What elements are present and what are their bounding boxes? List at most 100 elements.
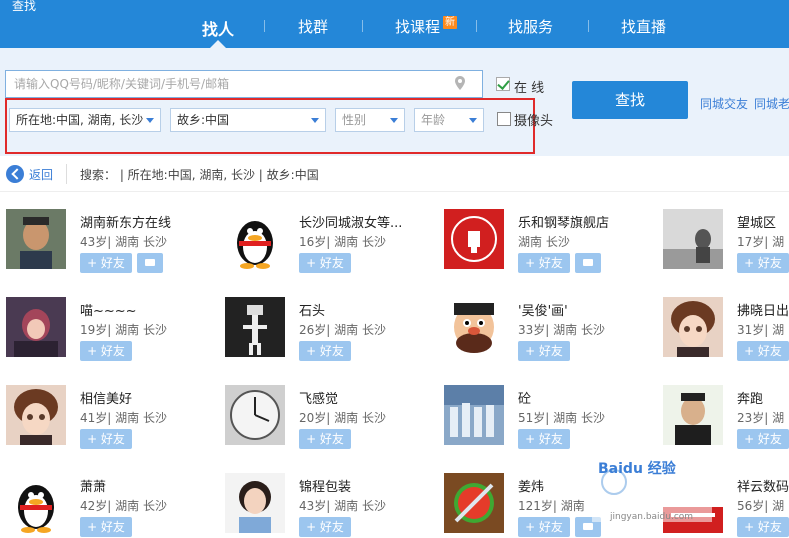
quick-link-local-friends[interactable]: 同城交友 [700, 95, 748, 112]
breadcrumb-divider [66, 164, 67, 184]
chat-message-icon[interactable] [575, 253, 601, 273]
add-friend-button[interactable]: + 好友 [737, 429, 789, 449]
avatar-picture [444, 473, 504, 533]
add-friend-button[interactable]: + 好友 [737, 253, 789, 273]
result-card[interactable]: 乐和钢琴旗舰店湖南 长沙 + 好友 [444, 209, 663, 297]
result-name[interactable]: 锦程包装 [299, 476, 351, 495]
breadcrumb: 返回 搜索： | 所在地:中国, 湖南, 长沙 | 故乡:中国 [0, 156, 789, 192]
search-panel: 在 线 查找 同城交友 同城老 所在地:中国, 湖南, 长沙 故乡:中国 性别 … [0, 48, 789, 156]
add-friend-button[interactable]: + 好友 [518, 253, 570, 273]
result-name[interactable]: 萧萧 [80, 476, 106, 495]
result-card[interactable]: 湖南新东方在线 43岁| 湖南 长沙 + 好友 [6, 209, 225, 297]
result-name[interactable]: 乐和钢琴旗舰店 [518, 212, 609, 231]
tab-find-course[interactable]: 找课程新 [395, 16, 458, 37]
top-navigation-bar: 查找 找人 找群 找课程新 找服务 找直播 [0, 0, 789, 48]
add-friend-button[interactable]: + 好友 [299, 517, 351, 537]
avatar[interactable] [663, 209, 723, 269]
result-name[interactable]: 砼 [518, 388, 531, 407]
result-card[interactable]: 锦程包装 43岁| 湖南 长沙 + 好友 [225, 473, 444, 538]
avatar[interactable] [6, 209, 66, 269]
gender-select[interactable]: 性别 [335, 108, 405, 132]
window-title: 查找 [12, 0, 37, 13]
camera-checkbox[interactable] [497, 112, 511, 126]
result-meta: 43岁| 湖南 长沙 [299, 499, 386, 513]
add-friend-button[interactable]: + 好友 [80, 429, 132, 449]
result-card[interactable]: 飞感觉 20岁| 湖南 长沙 + 好友 [225, 385, 444, 473]
online-label: 在 线 [514, 81, 545, 96]
location-pin-icon[interactable] [455, 76, 465, 90]
result-name[interactable]: '吴俊'画' [518, 300, 568, 319]
add-friend-button[interactable]: + 好友 [80, 341, 132, 361]
result-meta: 23岁| 湖 [737, 411, 785, 425]
online-checkbox[interactable] [496, 77, 510, 91]
add-friend-button[interactable]: + 好友 [299, 341, 351, 361]
chevron-down-icon [146, 118, 154, 123]
result-name[interactable]: 姜炜 [518, 476, 544, 495]
avatar-picture [444, 385, 504, 445]
result-card[interactable]: 萧萧 42岁| 湖南 长沙 + 好友 [6, 473, 225, 538]
add-friend-button[interactable]: + 好友 [518, 429, 570, 449]
avatar[interactable] [6, 385, 66, 445]
quick-link-local-elder[interactable]: 同城老 [754, 95, 789, 112]
hometown-select[interactable]: 故乡:中国 [170, 108, 326, 132]
avatar[interactable] [225, 473, 285, 533]
result-meta: 湖南 长沙 [518, 235, 570, 249]
add-friend-button[interactable]: + 好友 [299, 253, 351, 273]
result-card[interactable]: 喵~~~~ 19岁| 湖南 长沙 + 好友 [6, 297, 225, 385]
result-name[interactable]: 拂晓日出 [737, 300, 789, 319]
tab-separator [264, 20, 265, 32]
avatar[interactable] [663, 385, 723, 445]
location-select[interactable]: 所在地:中国, 湖南, 长沙 [9, 108, 161, 132]
result-name[interactable]: 奔跑 [737, 388, 763, 407]
tab-find-group[interactable]: 找群 [298, 16, 328, 37]
result-name[interactable]: 长沙同城淑女等... [299, 212, 402, 231]
result-card[interactable]: 相信美好 41岁| 湖南 长沙 + 好友 [6, 385, 225, 473]
result-name[interactable]: 飞感觉 [299, 388, 338, 407]
result-card[interactable]: 望城区 17岁| 湖 + 好友 [663, 209, 789, 297]
result-card[interactable]: 拂晓日出 31岁| 湖 + 好友 [663, 297, 789, 385]
avatar-picture [225, 209, 285, 269]
avatar[interactable] [444, 209, 504, 269]
result-name[interactable]: 湖南新东方在线 [80, 212, 171, 231]
result-card[interactable]: '吴俊'画' 33岁| 湖南 长沙 + 好友 [444, 297, 663, 385]
avatar[interactable] [444, 473, 504, 533]
add-friend-button[interactable]: + 好友 [737, 341, 789, 361]
add-friend-button[interactable]: + 好友 [80, 253, 132, 273]
add-friend-button[interactable]: + 好友 [737, 517, 789, 537]
chat-message-icon[interactable] [137, 253, 163, 273]
result-name[interactable]: 相信美好 [80, 388, 132, 407]
avatar[interactable] [6, 473, 66, 533]
add-friend-button[interactable]: + 好友 [299, 429, 351, 449]
search-button[interactable]: 查找 [572, 81, 688, 119]
avatar[interactable] [6, 297, 66, 357]
result-meta: 33岁| 湖南 长沙 [518, 323, 605, 337]
result-meta: 26岁| 湖南 长沙 [299, 323, 386, 337]
add-friend-button[interactable]: + 好友 [518, 341, 570, 361]
avatar[interactable] [225, 297, 285, 357]
tab-find-live[interactable]: 找直播 [621, 16, 666, 37]
result-card[interactable]: 长沙同城淑女等... 16岁| 湖南 长沙 + 好友 [225, 209, 444, 297]
result-name[interactable]: 石头 [299, 300, 325, 319]
avatar-picture [663, 297, 723, 357]
search-input[interactable] [5, 70, 483, 98]
avatar-picture [6, 473, 66, 533]
result-name[interactable]: 祥云数码 [737, 476, 789, 495]
back-link[interactable]: 返回 [29, 166, 53, 183]
result-name[interactable]: 喵~~~~ [80, 300, 137, 319]
tab-find-people[interactable]: 找人 [202, 16, 234, 40]
avatar[interactable] [225, 385, 285, 445]
avatar[interactable] [444, 297, 504, 357]
result-card[interactable]: 石头 26岁| 湖南 长沙 + 好友 [225, 297, 444, 385]
back-arrow-icon[interactable] [6, 165, 24, 183]
avatar-picture [444, 297, 504, 357]
avatar[interactable] [225, 209, 285, 269]
tab-label: 找群 [298, 18, 329, 36]
tab-separator [362, 20, 363, 32]
result-name[interactable]: 望城区 [737, 212, 776, 231]
add-friend-button[interactable]: + 好友 [80, 517, 132, 537]
avatar[interactable] [444, 385, 504, 445]
add-friend-button[interactable]: + 好友 [518, 517, 570, 537]
tab-find-service[interactable]: 找服务 [508, 16, 553, 37]
avatar[interactable] [663, 297, 723, 357]
age-select[interactable]: 年龄 [414, 108, 484, 132]
